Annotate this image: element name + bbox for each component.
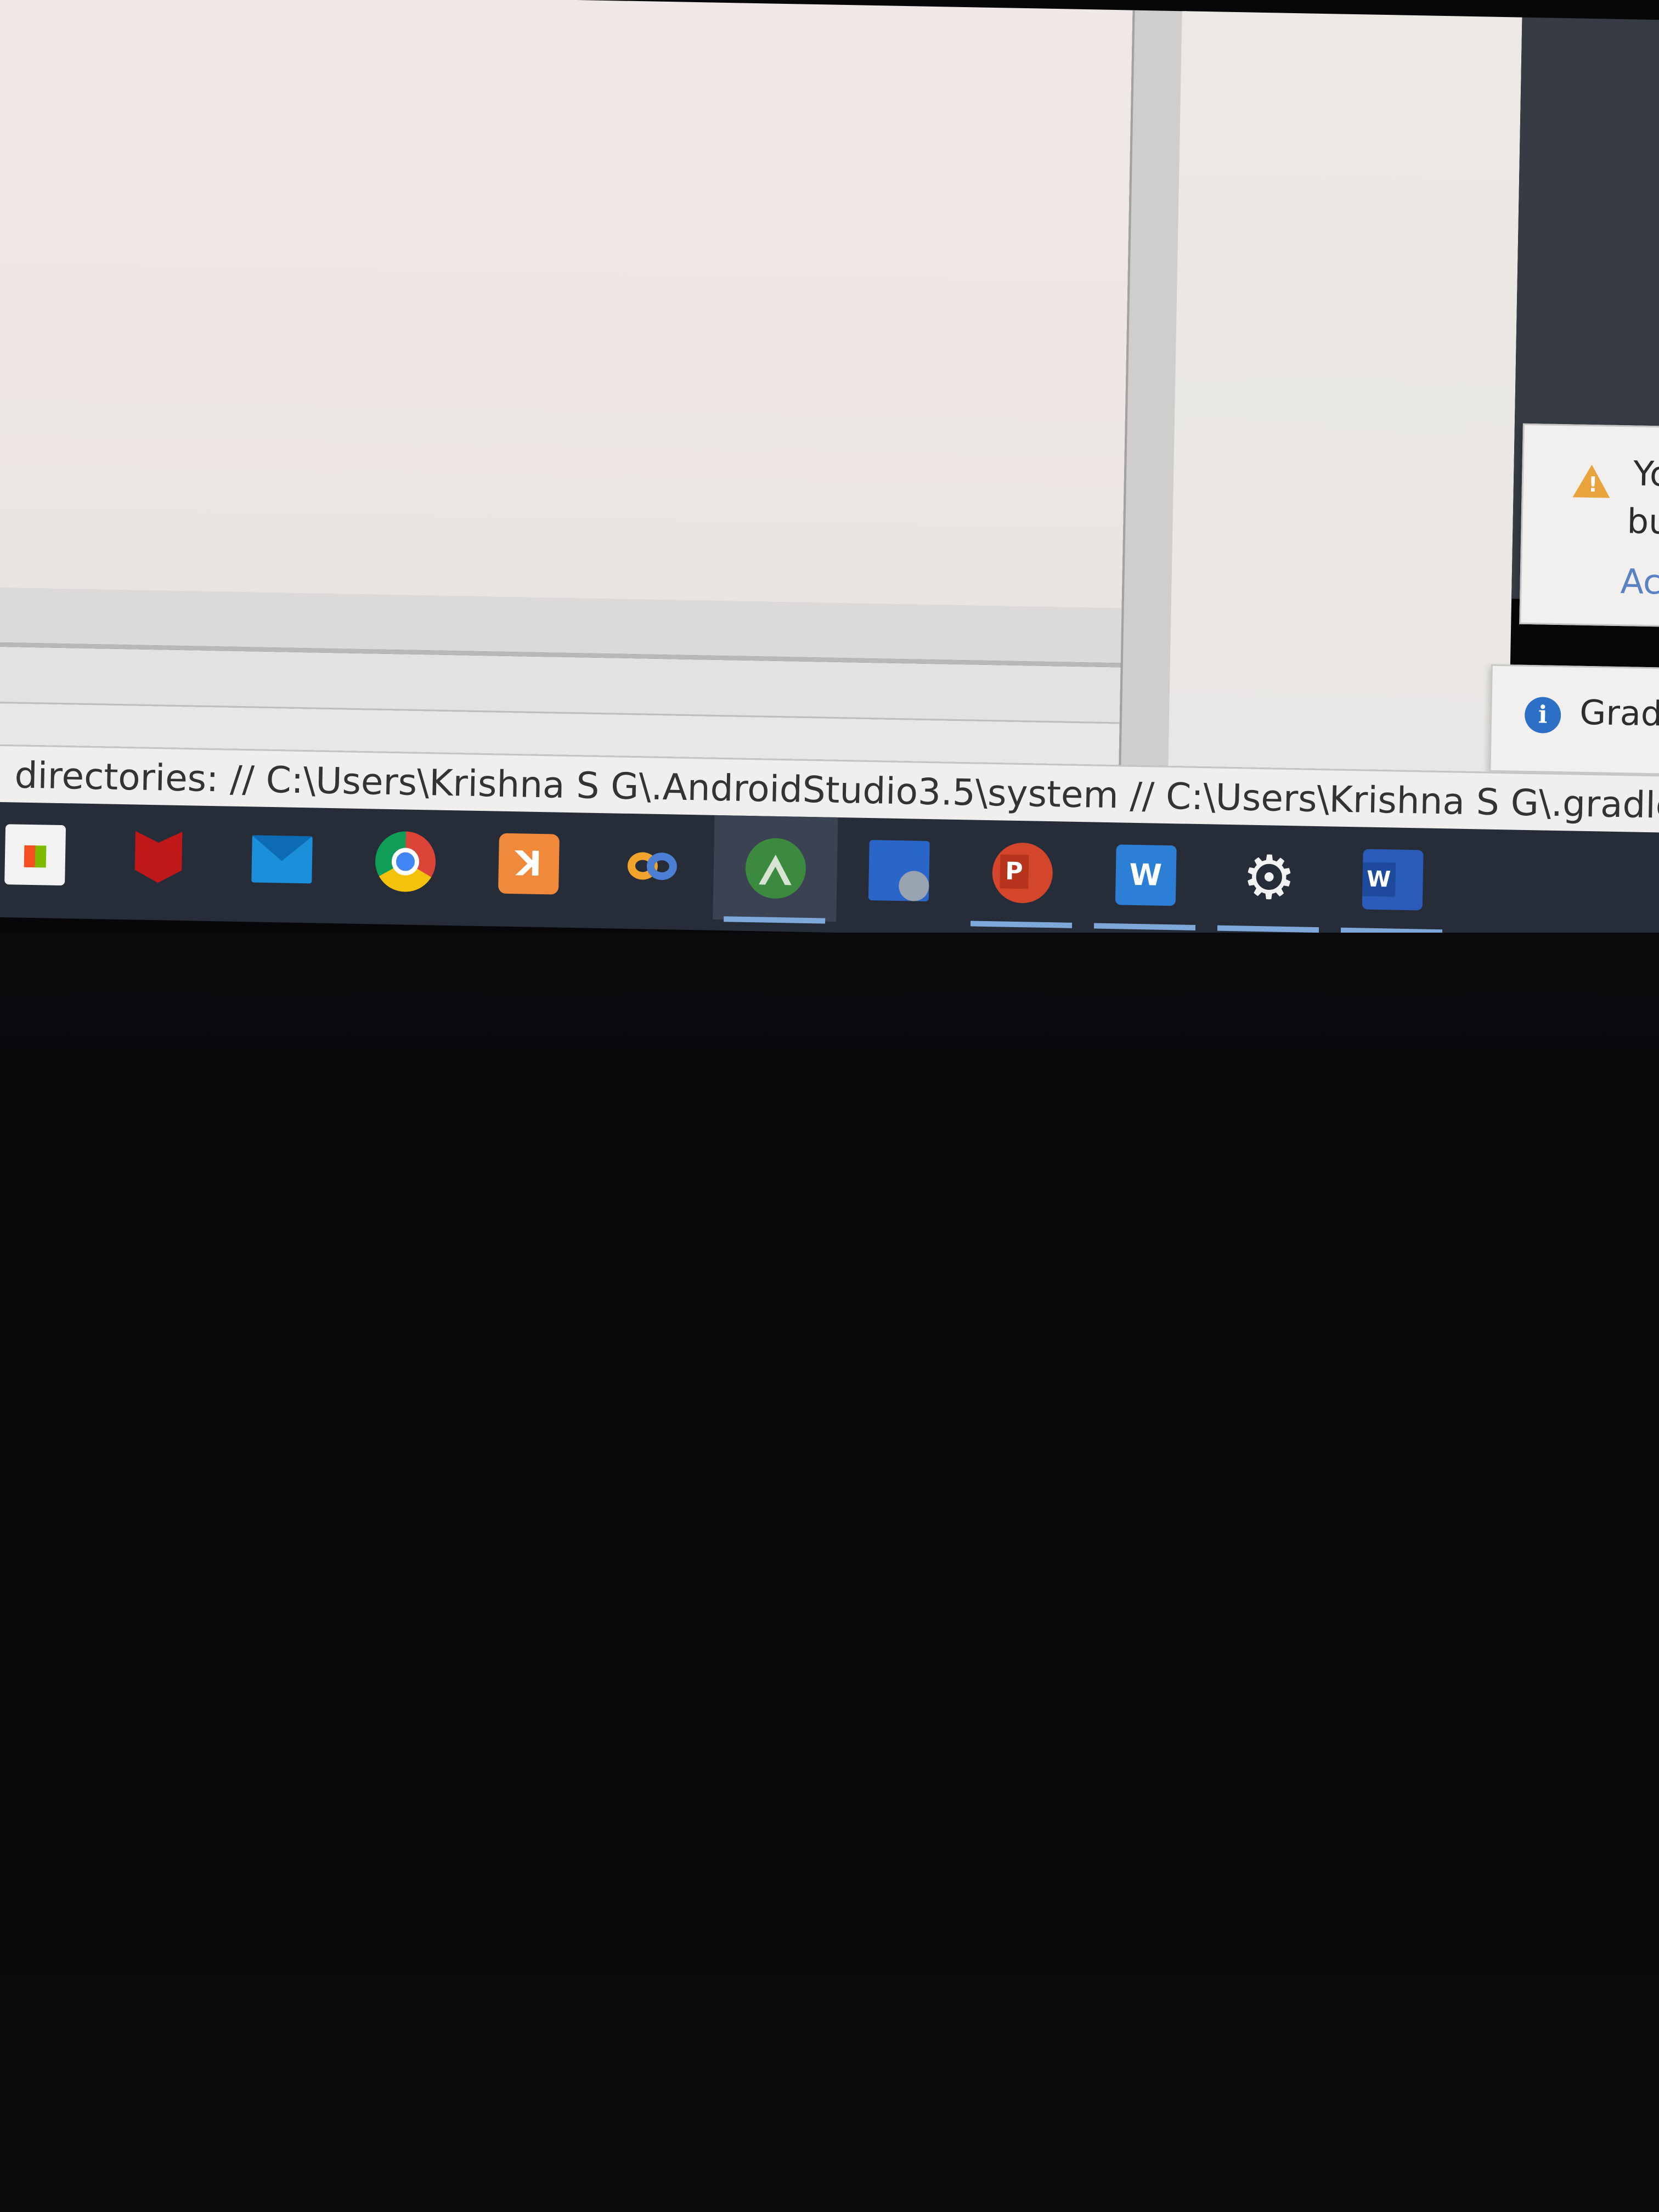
taskbar-item-android-studio[interactable] — [713, 815, 838, 924]
monitor-screen: ! Yo bu Act i Gradl g directories: // C:… — [0, 0, 1659, 1008]
knot-app-icon — [621, 836, 682, 897]
android-studio-icon — [744, 837, 806, 899]
gradle-info-notification[interactable]: i Gradl — [1489, 664, 1659, 777]
taskbar-item-chrome[interactable] — [342, 808, 467, 915]
open-indicator — [970, 921, 1073, 928]
open-indicator — [1217, 925, 1319, 933]
taskbar-item-wps-writer[interactable]: W — [1083, 822, 1208, 930]
open-indicator — [1093, 923, 1196, 930]
word-icon — [1362, 849, 1424, 911]
right-side-panel — [1168, 11, 1522, 772]
taskbar-item-mcafee[interactable] — [95, 804, 221, 910]
info-notification-text: Gradl — [1579, 692, 1659, 734]
microsoft-store-icon — [4, 824, 66, 886]
taskbar-item-store[interactable] — [0, 802, 98, 908]
wps-writer-icon: W — [1115, 844, 1177, 906]
monitor-bezel-dark-area — [0, 933, 1659, 2212]
warning-notification[interactable]: ! Yo bu Act — [1519, 423, 1659, 629]
settings-gear-icon: ⚙ — [1241, 842, 1297, 913]
taskbar-item-vpn-client[interactable] — [836, 817, 961, 924]
powerpoint-icon — [991, 842, 1053, 904]
taskbar-item-word[interactable] — [1330, 826, 1455, 935]
taskbar-item-knot-app[interactable] — [589, 813, 714, 919]
taskbar-item-powerpoint[interactable] — [960, 820, 1085, 928]
mcafee-icon — [128, 826, 189, 888]
editor-area[interactable] — [0, 0, 1133, 663]
active-indicator — [724, 916, 826, 924]
mail-icon — [251, 835, 313, 884]
taskbar-item-xampp[interactable]: ꓘ — [466, 811, 591, 917]
warning-icon: ! — [1572, 464, 1611, 498]
warning-text-line2: bu — [1627, 501, 1659, 542]
chrome-icon — [374, 831, 436, 893]
taskbar-item-settings[interactable]: ⚙ — [1206, 824, 1331, 933]
warning-text-line1: Yo — [1633, 453, 1659, 494]
vpn-client-icon — [868, 840, 930, 902]
info-icon: i — [1524, 696, 1561, 734]
xampp-icon: ꓘ — [498, 833, 560, 895]
warning-action-link[interactable]: Act — [1620, 561, 1659, 602]
taskbar-item-mail[interactable] — [219, 806, 344, 912]
